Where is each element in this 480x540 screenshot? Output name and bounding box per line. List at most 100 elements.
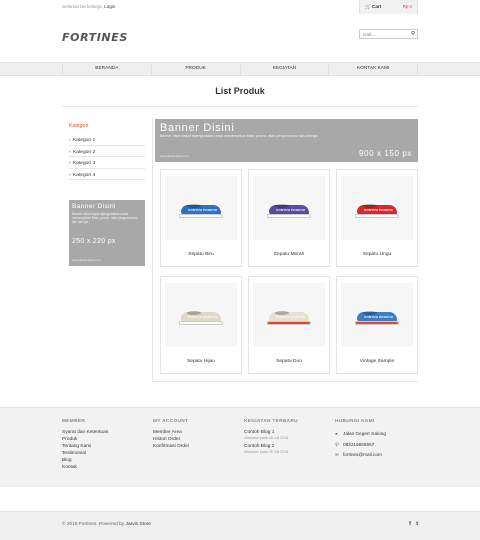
banner-text: Banner disini dapat dipergunakan untuk m… bbox=[160, 134, 319, 138]
search-input[interactable] bbox=[360, 30, 406, 38]
product-name[interactable]: Sepatu Biru bbox=[161, 252, 241, 257]
nav-item-kontak[interactable]: KONTAK KAMI bbox=[328, 63, 418, 75]
product-brand: CONTOH PRODUK bbox=[188, 208, 218, 212]
product-image[interactable]: CONTOH PRODUK bbox=[253, 176, 325, 240]
product-brand: CONTOH PRODUK bbox=[364, 208, 394, 212]
footer-heading: MY ACCOUNT bbox=[153, 419, 189, 424]
chevron-right-icon: › bbox=[69, 160, 71, 165]
footer-link[interactable]: Kontak bbox=[62, 464, 108, 471]
footer-link[interactable]: Konfirmasi Order bbox=[153, 443, 189, 450]
footer-link[interactable]: Blog bbox=[62, 457, 108, 464]
cart-total: Rp 0 bbox=[402, 4, 412, 9]
nav-item-beranda[interactable]: BERANDA bbox=[62, 63, 151, 75]
product-image[interactable]: CONTOH PRODUK bbox=[165, 283, 237, 347]
copyright: © 2016 Fortines. Powered by Jarvis Store bbox=[62, 522, 151, 527]
product-name[interactable]: Sepatu Ungu bbox=[337, 252, 417, 257]
news-title[interactable]: Contoh Blog 2 bbox=[244, 443, 298, 450]
contact-phone[interactable]: 082216655557 bbox=[343, 442, 374, 447]
footer-link[interactable]: Histori Order bbox=[153, 436, 189, 443]
nav-item-kegiatan[interactable]: KEGIATAN bbox=[239, 63, 329, 75]
logo[interactable]: FORTINES bbox=[62, 31, 128, 44]
product-brand: CONTOH PRODUK bbox=[276, 208, 306, 212]
product-name[interactable]: Sepatu Duo bbox=[249, 359, 329, 364]
product-card[interactable]: CONTOH PRODUK Sepatu Biru bbox=[160, 169, 242, 267]
page-title: List Produk bbox=[215, 86, 265, 96]
sidebar-banner-title: Banner Disini bbox=[72, 203, 116, 210]
cart-icon: 🛒 bbox=[365, 4, 371, 9]
product-brand: CONTOH PRODUK bbox=[364, 315, 394, 319]
chevron-right-icon: › bbox=[69, 148, 71, 154]
news-title[interactable]: Contoh Blog 1 bbox=[244, 429, 298, 436]
footer-link[interactable]: Tentang Kami bbox=[62, 443, 108, 450]
footer: MEMBER Syarat dan Ketentuan Produk Tenta… bbox=[0, 407, 480, 487]
shoe-icon: CONTOH PRODUK bbox=[179, 204, 223, 220]
map-marker-icon: ● bbox=[335, 431, 338, 436]
welcome-text: Selamat berbelanja, Login bbox=[62, 4, 115, 9]
product-card[interactable]: CONTOH PRODUK Sepatu Duo bbox=[248, 276, 330, 374]
product-card[interactable]: CONTOH PRODUK Vintage Sample bbox=[336, 276, 418, 374]
footer-member: MEMBER Syarat dan Ketentuan Produk Tenta… bbox=[62, 419, 108, 471]
banner-title: Banner Disini bbox=[160, 122, 235, 134]
footer-heading: MEMBER bbox=[62, 419, 86, 424]
product-name[interactable]: Sepatu Hijau bbox=[161, 359, 241, 364]
footer-contact: HUBUNGI KAMI ● Jalan Gegerr Kalong ✆ 08221… bbox=[335, 419, 386, 461]
shoe-icon: CONTOH PRODUK bbox=[179, 311, 223, 327]
sidebar-banner-url: www.jarvis-store.com bbox=[72, 258, 101, 262]
sidebar-banner-size: 250 x 220 px bbox=[72, 238, 116, 245]
shoe-icon: CONTOH PRODUK bbox=[355, 311, 399, 327]
category-item[interactable]: › Kategori 4 bbox=[69, 169, 145, 180]
nav-item-produk[interactable]: PRODUK bbox=[150, 63, 240, 75]
sidebar-banner[interactable]: Banner Disini Banner disini dapat diperg… bbox=[69, 200, 145, 266]
contact-email[interactable]: fortines@mail.com bbox=[343, 452, 382, 457]
footer-heading: HUBUNGI KAMI bbox=[335, 419, 375, 424]
cart-label: Cart bbox=[372, 4, 382, 9]
footer-link[interactable]: Produk bbox=[62, 436, 108, 443]
category-list: › Kategori 1 › Kategori 2 › Kategori 3 ›… bbox=[69, 134, 145, 180]
product-name[interactable]: Vintage Sample bbox=[337, 359, 417, 364]
product-brand: CONTOH PRODUK bbox=[188, 315, 218, 319]
copyright-text: © 2016 Fortines. Powered by bbox=[62, 522, 125, 527]
category-heading: Kategori bbox=[69, 123, 89, 129]
product-card[interactable]: CONTOH PRODUK Sepatu Merah bbox=[248, 169, 330, 267]
main-banner[interactable]: Banner Disini Banner disini dapat diperg… bbox=[155, 119, 418, 162]
shoe-icon: CONTOH PRODUK bbox=[267, 204, 311, 220]
product-image[interactable]: CONTOH PRODUK bbox=[165, 176, 237, 240]
product-image[interactable]: CONTOH PRODUK bbox=[341, 283, 413, 347]
login-link[interactable]: Login bbox=[104, 4, 115, 9]
content-divider bbox=[152, 119, 153, 381]
bottom-bar: © 2016 Fortines. Powered by Jarvis Store… bbox=[0, 511, 480, 540]
envelope-icon: ✉ bbox=[335, 452, 339, 457]
product-card[interactable]: CONTOH PRODUK Sepatu Hijau bbox=[160, 276, 242, 374]
product-image[interactable]: CONTOH PRODUK bbox=[341, 176, 413, 240]
footer-link[interactable]: Syarat dan Ketentuan bbox=[62, 429, 108, 436]
phone-icon: ✆ bbox=[335, 441, 339, 447]
powered-by-link[interactable]: Jarvis Store bbox=[126, 522, 151, 527]
shoe-icon: CONTOH PRODUK bbox=[267, 311, 311, 327]
shoe-icon: CONTOH PRODUK bbox=[355, 204, 399, 220]
category-item[interactable]: › Kategori 3 bbox=[69, 157, 145, 169]
search-icon[interactable]: ⚲ bbox=[411, 31, 415, 37]
product-name[interactable]: Sepatu Merah bbox=[249, 252, 329, 257]
product-brand: CONTOH PRODUK bbox=[276, 315, 306, 319]
category-item[interactable]: › Kategori 1 bbox=[69, 134, 145, 146]
facebook-icon[interactable]: f bbox=[409, 521, 411, 527]
cart-button[interactable]: 🛒 Cart Rp 0 bbox=[359, 0, 418, 14]
footer-link[interactable]: Testimonial bbox=[62, 450, 108, 457]
banner-size: 900 x 150 px bbox=[358, 149, 412, 158]
search-box: ⚲ bbox=[359, 29, 418, 39]
sidebar-banner-text: Banner disini dapat dipergunakan untuk m… bbox=[72, 212, 138, 224]
chevron-right-icon: › bbox=[69, 171, 71, 177]
category-item[interactable]: › Kategori 2 bbox=[69, 146, 145, 157]
news-date: ditambah pada 26 Juli 2016 bbox=[244, 436, 289, 440]
title-divider bbox=[62, 106, 418, 107]
product-image[interactable]: CONTOH PRODUK bbox=[253, 283, 325, 347]
news-date: ditambah pada 26 Juli 2016 bbox=[244, 450, 289, 454]
social-links: f t bbox=[405, 521, 418, 527]
twitter-icon[interactable]: t bbox=[416, 521, 418, 527]
top-bar: Selamat berbelanja, Login 🛒 Cart Rp 0 bbox=[0, 0, 480, 14]
banner-url: www.jarvis-store.com bbox=[160, 154, 189, 158]
content-bottom-divider bbox=[152, 381, 418, 382]
welcome-label: Selamat berbelanja, bbox=[62, 4, 103, 9]
product-card[interactable]: CONTOH PRODUK Sepatu Ungu bbox=[336, 169, 418, 267]
footer-link[interactable]: Member Area bbox=[153, 429, 189, 436]
